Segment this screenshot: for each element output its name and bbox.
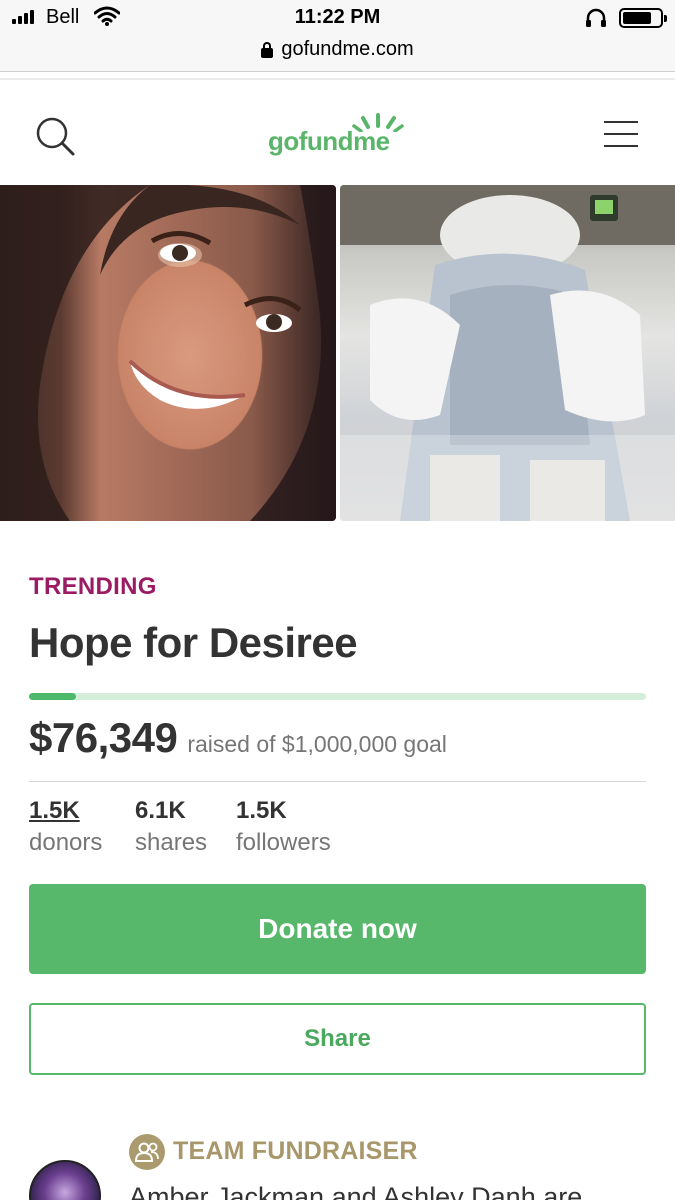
status-bar: Bell 11:22 PM	[0, 0, 675, 36]
share-label: Share	[304, 1025, 371, 1052]
stat-value[interactable]: 1.5K	[29, 797, 102, 825]
lock-icon	[261, 41, 274, 58]
hospital-image	[340, 185, 675, 521]
stat-followers: 1.5K followers	[236, 797, 331, 857]
divider	[29, 781, 646, 782]
share-button[interactable]: Share	[29, 1003, 646, 1075]
stat-donors[interactable]: 1.5K donors	[29, 797, 102, 857]
portrait-image	[0, 185, 336, 521]
campaign-photo-hospital[interactable]	[340, 185, 675, 521]
battery-icon	[619, 8, 667, 28]
divider	[0, 78, 675, 80]
trending-label: TRENDING	[29, 573, 157, 600]
stat-label: followers	[236, 829, 331, 856]
headphones-icon	[585, 8, 607, 33]
donate-now-button[interactable]: Donate now	[29, 884, 646, 974]
search-button[interactable]	[34, 115, 78, 159]
logo-text: gofundme	[268, 126, 390, 156]
donate-now-label: Donate now	[258, 913, 417, 944]
clock: 11:22 PM	[294, 6, 381, 28]
gofundme-logo[interactable]: gofundme	[264, 112, 414, 160]
stat-value: 1.5K	[236, 797, 287, 824]
address-bar[interactable]: gofundme.com	[0, 36, 675, 72]
campaign-title: Hope for Desiree	[29, 619, 358, 666]
progress-bar	[29, 693, 646, 700]
campaign-photo-portrait[interactable]	[0, 185, 336, 521]
search-icon	[36, 117, 75, 156]
raised-amount: $76,349	[29, 714, 178, 761]
menu-button[interactable]	[604, 121, 640, 149]
organizer-avatar[interactable]	[29, 1160, 101, 1200]
raised-summary: $76,349 raised of $1,000,000 goal	[29, 714, 447, 762]
team-description: Amber Jackman and Ashley Danh are	[129, 1182, 583, 1200]
stat-label: donors	[29, 829, 103, 856]
stat-label: shares	[135, 829, 208, 856]
goal-text: raised of $1,000,000 goal	[187, 731, 447, 757]
stat-shares: 6.1K shares	[135, 797, 207, 857]
stat-value: 6.1K	[135, 797, 186, 824]
url-text: gofundme.com	[281, 38, 414, 60]
progress-bar-fill	[29, 693, 76, 700]
team-fundraiser-label: TEAM FUNDRAISER	[173, 1137, 418, 1165]
team-icon	[129, 1134, 165, 1170]
